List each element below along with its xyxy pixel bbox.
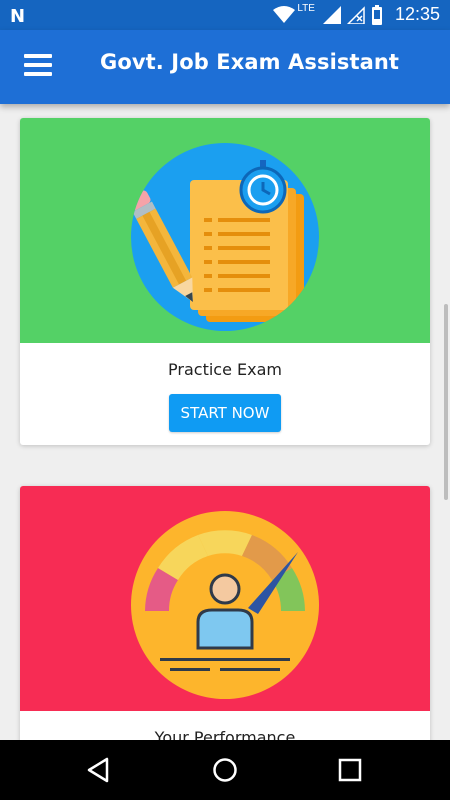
- recents-icon[interactable]: [334, 754, 366, 786]
- app-title: Govt. Job Exam Assistant: [100, 50, 400, 74]
- your-performance-title: Your Performance: [154, 728, 296, 740]
- battery-icon: [371, 4, 382, 25]
- status-bar: N LTE 12:35: [0, 0, 450, 30]
- start-now-button[interactable]: START NOW: [169, 394, 281, 432]
- practice-exam-banner: [20, 118, 430, 343]
- notification-n-icon: N: [10, 6, 26, 27]
- hamburger-menu-icon[interactable]: [24, 54, 52, 76]
- main-content[interactable]: Practice Exam START NOW Your Performance: [0, 104, 450, 740]
- your-performance-card[interactable]: Your Performance: [20, 486, 430, 740]
- scrollbar[interactable]: [444, 304, 448, 500]
- exam-papers-clock-pencil-icon: [131, 143, 319, 331]
- back-icon[interactable]: [83, 754, 115, 786]
- home-icon[interactable]: [209, 754, 241, 786]
- app-bar: Govt. Job Exam Assistant: [0, 30, 450, 104]
- signal-icon: [322, 5, 341, 24]
- performance-gauge-person-icon: [131, 511, 319, 699]
- practice-exam-card[interactable]: Practice Exam START NOW: [20, 118, 430, 445]
- your-performance-banner: [20, 486, 430, 711]
- wifi-icon: [273, 5, 296, 23]
- clock-time: 12:35: [394, 4, 440, 24]
- practice-exam-title: Practice Exam: [168, 360, 282, 379]
- network-type-label: LTE: [297, 3, 315, 14]
- navigation-bar: [0, 740, 450, 800]
- status-icons: LTE 12:35: [273, 3, 440, 25]
- no-sim-icon: [346, 5, 365, 24]
